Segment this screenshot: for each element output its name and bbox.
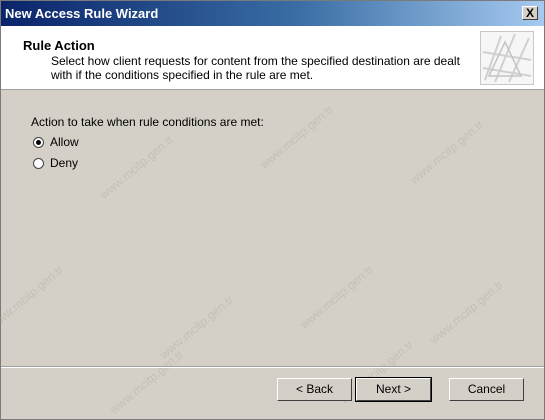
watermark: www.mcitp.gen.tr (107, 347, 187, 417)
watermark: www.mcitp.gen.tr (0, 262, 67, 332)
allow-radio[interactable] (33, 136, 44, 148)
action-prompt: Action to take when rule conditions are … (31, 115, 264, 129)
allow-option[interactable]: Allow (33, 135, 79, 149)
close-icon: X (525, 6, 534, 20)
page-description: Select how client requests for content f… (51, 54, 460, 82)
footer-divider (1, 366, 544, 368)
page-title: Rule Action (23, 38, 95, 53)
close-button[interactable]: X (522, 6, 538, 20)
allow-label: Allow (50, 135, 79, 149)
watermark: www.mcitp.gen.tr (257, 102, 337, 172)
wizard-graphic-icon (480, 31, 534, 85)
deny-label: Deny (50, 156, 79, 170)
deny-radio[interactable] (33, 157, 44, 169)
watermark: www.mcitp.gen.tr (297, 262, 377, 332)
watermark: www.mcitp.gen.tr (427, 277, 507, 347)
watermark: www.mcitp.gen.tr (97, 132, 177, 202)
watermark: www.mcitp.gen.tr (157, 292, 237, 362)
deny-option[interactable]: Deny (33, 156, 78, 170)
window-title: New Access Rule Wizard (5, 6, 159, 21)
wizard-header: Rule Action Select how client requests f… (1, 26, 544, 90)
title-bar: New Access Rule Wizard X (1, 1, 544, 26)
watermark: www.mcitp.gen.tr (407, 117, 487, 187)
wizard-body: www.mcitp.gen.tr www.mcitp.gen.tr www.mc… (0, 90, 544, 420)
cancel-button[interactable]: Cancel (449, 378, 524, 401)
next-button[interactable]: Next > (355, 377, 432, 402)
wizard-window: New Access Rule Wizard X Rule Action Sel… (0, 0, 545, 420)
back-button[interactable]: < Back (277, 378, 352, 401)
